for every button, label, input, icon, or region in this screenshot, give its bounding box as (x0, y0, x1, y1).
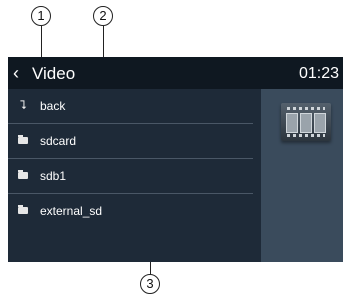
folder-icon (16, 133, 30, 147)
folder-icon (16, 168, 30, 182)
clock: 01:23 (298, 65, 339, 82)
back-chevron-icon[interactable]: ‹ (13, 62, 19, 84)
list-item-label: sdcard (40, 134, 77, 148)
list-item-back[interactable]: ⮧ back (8, 89, 253, 124)
return-arrow-icon: ⮧ (19, 98, 27, 112)
side-panel (261, 89, 343, 262)
top-bar: ‹ Video 01:23 (8, 57, 343, 89)
list-item-label: external_sd (40, 204, 103, 218)
device-screen: ‹ Video 01:23 ⮧ back sdcard sdb1 externa… (8, 57, 343, 262)
page-title: Video (32, 64, 76, 83)
list-item-sdcard[interactable]: sdcard (8, 124, 253, 159)
video-film-icon (281, 103, 331, 141)
callout-2: 2 (93, 6, 113, 26)
list-item-sdb1[interactable]: sdb1 (8, 159, 253, 194)
list-item-label: sdb1 (40, 169, 67, 183)
list-item-external-sd[interactable]: external_sd (8, 194, 253, 229)
folder-list: ⮧ back sdcard sdb1 external_sd (8, 89, 253, 229)
callout-1: 1 (31, 6, 51, 26)
list-item-label: back (40, 99, 66, 113)
callout-3: 3 (140, 274, 160, 294)
folder-icon (16, 203, 30, 217)
